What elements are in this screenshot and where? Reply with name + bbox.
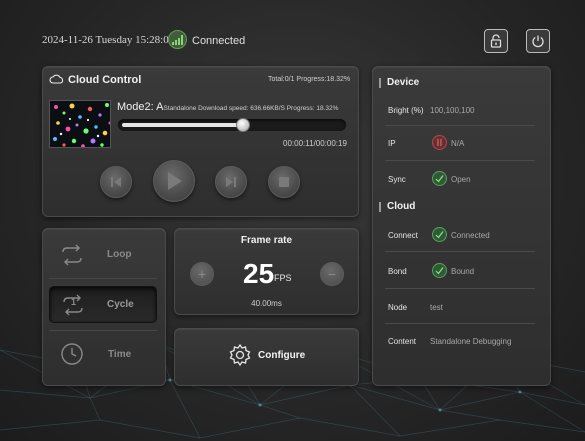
cycle-label: Cycle <box>107 299 134 310</box>
divider <box>385 288 535 289</box>
section-marker <box>379 78 381 88</box>
bond-status-icon <box>432 263 447 278</box>
sync-status-icon <box>432 171 447 186</box>
mode-title: Mode2: AStandalone Download speed: 636.6… <box>117 101 338 113</box>
connection-status: Connected <box>192 35 246 47</box>
ip-label: IP <box>388 139 396 148</box>
cycle-mode-button[interactable]: 1 Cycle <box>49 286 157 323</box>
unlock-button[interactable] <box>484 29 508 53</box>
divider <box>385 160 535 161</box>
ip-value: N/A <box>451 139 465 148</box>
connect-value: Connected <box>451 231 490 240</box>
signal-icon <box>168 30 187 49</box>
frame-rate-title: Frame rate <box>240 235 293 246</box>
skip-next-icon <box>226 177 236 187</box>
datetime-label: 2024-11-26 Tuesday 15:28:05 <box>42 34 175 46</box>
bond-label: Bond <box>388 267 407 276</box>
stop-icon <box>279 177 289 187</box>
node-value: test <box>430 303 443 312</box>
previous-button[interactable] <box>100 166 132 198</box>
content-value: Standalone Debugging <box>430 337 512 346</box>
play-button[interactable] <box>153 160 195 202</box>
sync-label: Sync <box>388 175 406 184</box>
bond-value: Bound <box>451 267 475 276</box>
power-button[interactable] <box>526 29 550 53</box>
loop-mode-button[interactable]: Loop <box>49 238 157 272</box>
bright-value: 100,100,100 <box>430 106 475 115</box>
node-label: Node <box>388 303 408 312</box>
cloud-section-title: Cloud <box>387 201 416 212</box>
divider <box>49 278 157 279</box>
divider <box>385 125 535 126</box>
power-icon <box>532 35 544 48</box>
frame-rate-value: 25 <box>243 258 275 289</box>
connect-label: Connect <box>388 231 418 240</box>
playback-time: 00:00:11/00:00:19 <box>283 139 347 148</box>
clock-icon <box>61 343 83 365</box>
cloud-icon <box>49 74 64 84</box>
repeat-count-badge: 1 <box>71 297 77 307</box>
frame-rate-decrease-button[interactable]: − <box>320 262 344 286</box>
bright-label: Bright (%) <box>388 106 424 115</box>
divider <box>49 330 157 331</box>
content-label: Content <box>388 337 417 346</box>
ip-status-icon <box>432 135 447 150</box>
minus-icon: − <box>327 266 337 282</box>
mode-name: Mode2: A <box>117 101 164 113</box>
frame-rate-unit: FPS <box>274 273 292 283</box>
connect-status-icon <box>432 227 447 242</box>
play-icon <box>168 172 182 190</box>
divider <box>385 323 535 324</box>
next-button[interactable] <box>215 166 247 198</box>
plus-icon: + <box>197 266 207 282</box>
divider <box>385 251 535 252</box>
progress-fill <box>122 123 243 127</box>
stop-button[interactable] <box>268 166 300 198</box>
device-section-title: Device <box>387 77 420 88</box>
frame-interval: 40.00ms <box>251 299 282 308</box>
cloud-control-stats: Total:0/1 Progress:18.32% <box>268 76 351 83</box>
frame-rate-increase-button[interactable]: + <box>190 262 214 286</box>
cloud-control-title: Cloud Control <box>68 74 142 86</box>
sync-value: Open <box>451 175 471 184</box>
program-thumbnail <box>49 100 111 148</box>
time-label: Time <box>108 349 132 360</box>
gear-icon <box>229 343 251 367</box>
mode-detail: Standalone Download speed: 636.66KB/S Pr… <box>163 105 339 112</box>
section-marker <box>379 202 381 212</box>
loop-label: Loop <box>107 249 132 260</box>
unlock-icon <box>490 34 502 48</box>
time-mode-button[interactable]: Time <box>49 338 157 372</box>
loop-icon <box>62 244 82 266</box>
skip-previous-icon <box>111 177 121 187</box>
configure-label: Configure <box>258 350 306 361</box>
progress-knob[interactable] <box>236 118 250 132</box>
